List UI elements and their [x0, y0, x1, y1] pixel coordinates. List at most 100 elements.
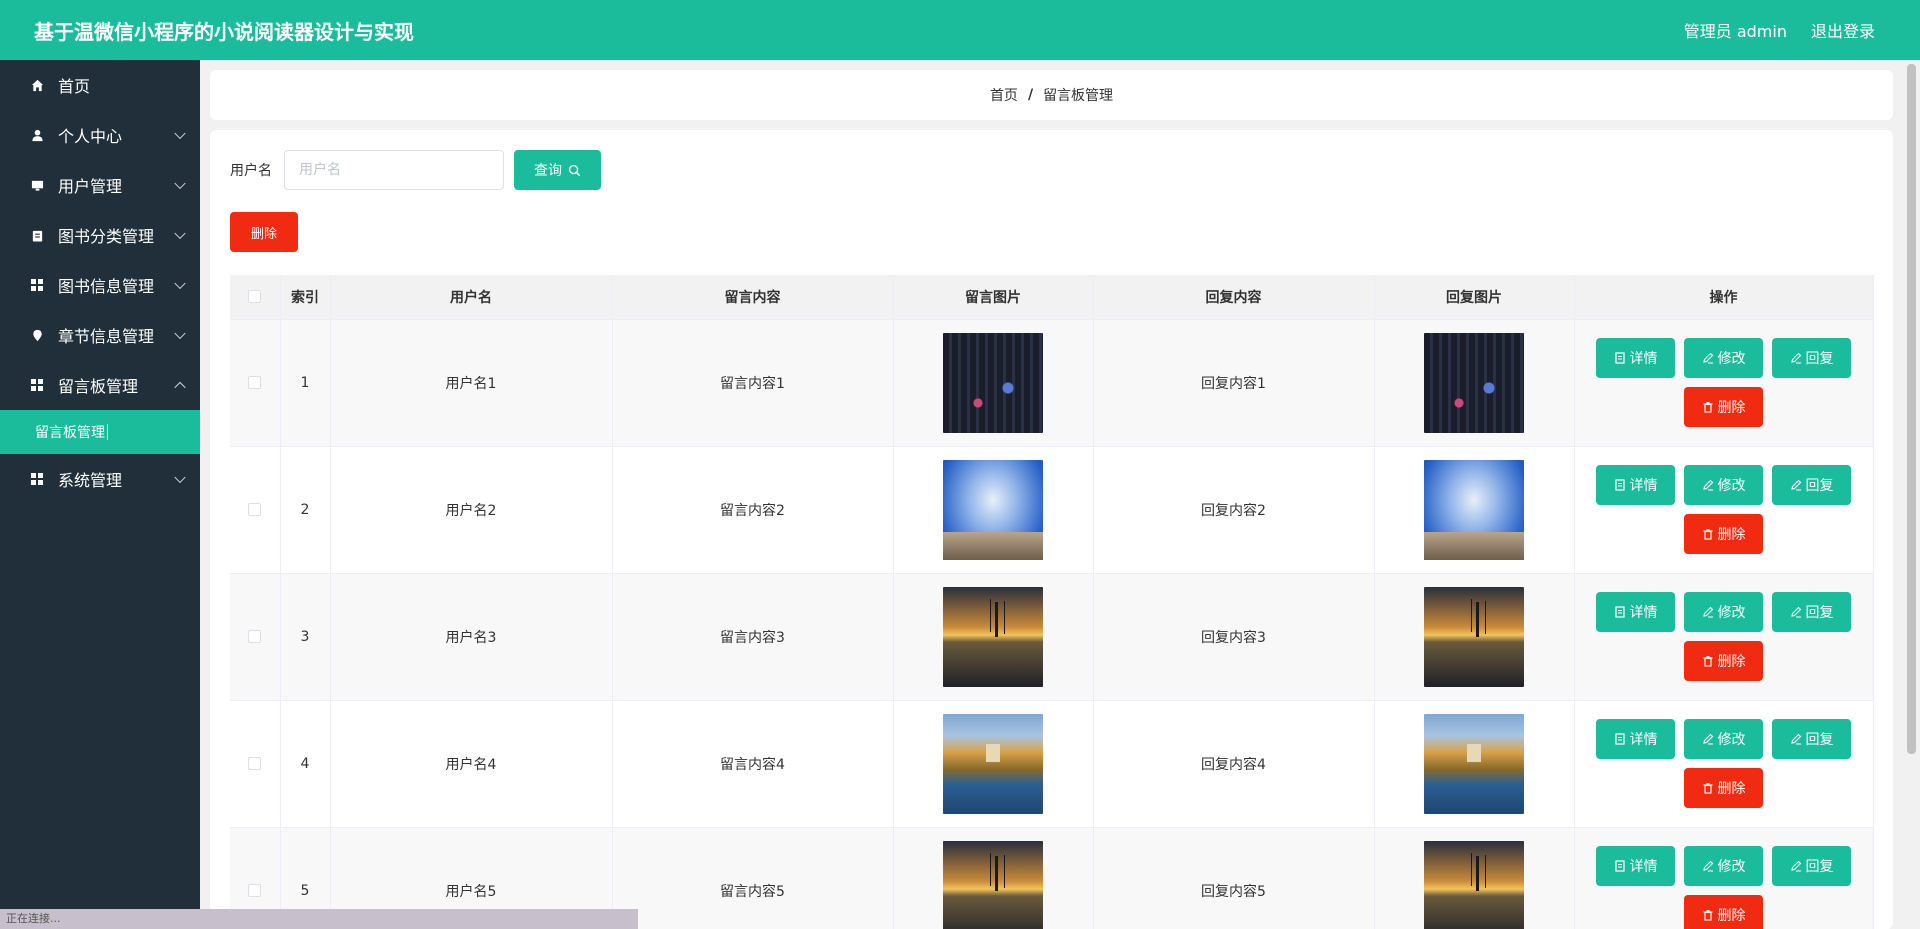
grid-icon — [30, 472, 44, 486]
sidebar-item-label: 系统管理 — [58, 471, 123, 490]
pencil-icon — [1702, 733, 1713, 745]
reply-button[interactable]: 回复 — [1772, 465, 1851, 505]
row-reply: 回复内容4 — [1093, 700, 1375, 828]
reply-button[interactable]: 回复 — [1772, 338, 1851, 378]
document-icon — [1614, 352, 1625, 364]
sidebar-item-message-board[interactable]: 留言板管理 — [0, 360, 200, 410]
message-image[interactable] — [943, 713, 1043, 814]
row-username: 用户名2 — [330, 446, 613, 574]
row-checkbox[interactable] — [248, 503, 262, 516]
delete-button[interactable]: 删除 — [1684, 641, 1763, 681]
document-icon — [1614, 733, 1625, 745]
row-content: 留言内容2 — [612, 446, 894, 574]
delete-button[interactable]: 删除 — [1684, 768, 1763, 808]
edit-button[interactable]: 修改 — [1684, 846, 1763, 886]
table-row: 4 用户名4 留言内容4 回复内容4 详情 修改 回复 删除 — [230, 700, 1874, 828]
row-checkbox[interactable] — [248, 630, 262, 643]
pencil-icon — [1790, 733, 1801, 745]
sidebar-item-book-category[interactable]: 图书分类管理 — [0, 210, 200, 260]
admin-user-label[interactable]: 管理员 admin — [1684, 18, 1787, 42]
message-image[interactable] — [943, 840, 1043, 929]
table-row: 1 用户名1 留言内容1 回复内容1 详情 修改 回复 删除 — [230, 319, 1874, 447]
edit-button[interactable]: 修改 — [1684, 592, 1763, 632]
row-content: 留言内容1 — [612, 319, 894, 447]
row-checkbox[interactable] — [248, 757, 262, 770]
search-row: 用户名 查询 — [230, 150, 601, 190]
reply-button[interactable]: 回复 — [1772, 592, 1851, 632]
top-bar: 基于温微信小程序的小说阅读器设计与实现 管理员 admin 退出登录 — [0, 0, 1920, 60]
sidebar-item-chapter-info[interactable]: 章节信息管理 — [0, 310, 200, 360]
query-button[interactable]: 查询 — [514, 150, 601, 190]
row-username: 用户名1 — [330, 319, 613, 447]
message-image[interactable] — [943, 332, 1043, 433]
detail-button[interactable]: 详情 — [1596, 846, 1675, 886]
column-header: 留言图片 — [893, 275, 1094, 320]
reply-image[interactable] — [1424, 586, 1524, 687]
chevron-down-icon — [174, 277, 186, 290]
sidebar-item-label: 章节信息管理 — [58, 327, 155, 346]
reply-image[interactable] — [1424, 840, 1524, 929]
sidebar-item-label: 首页 — [58, 77, 91, 96]
row-checkbox[interactable] — [248, 376, 262, 389]
chevron-down-icon — [174, 471, 186, 484]
detail-button[interactable]: 详情 — [1596, 338, 1675, 378]
row-reply: 回复内容3 — [1093, 573, 1375, 701]
delete-button[interactable]: 删除 — [1684, 514, 1763, 554]
page-scrollbar[interactable] — [1903, 60, 1920, 929]
username-search-input[interactable] — [284, 150, 504, 190]
chevron-up-icon — [174, 381, 186, 394]
edit-button[interactable]: 修改 — [1684, 338, 1763, 378]
breadcrumb-current: 留言板管理 — [1043, 88, 1114, 104]
sidebar-subitem-message-board[interactable]: 留言板管理 — [0, 410, 200, 454]
column-header: 用户名 — [330, 275, 613, 320]
select-all-checkbox[interactable] — [248, 290, 262, 304]
sidebar-item-home[interactable]: 首页 — [0, 60, 200, 110]
logout-link[interactable]: 退出登录 — [1811, 18, 1875, 42]
chevron-down-icon — [174, 127, 186, 140]
row-content: 留言内容3 — [612, 573, 894, 701]
row-content: 留言内容5 — [612, 827, 894, 929]
reply-button[interactable]: 回复 — [1772, 846, 1851, 886]
pencil-icon — [1790, 860, 1801, 872]
pencil-icon — [1702, 606, 1713, 618]
row-content: 留言内容4 — [612, 700, 894, 828]
sidebar-item-users[interactable]: 用户管理 — [0, 160, 200, 210]
content-panel: 用户名 查询 删除 索引 用户名 留言内容 留言图片 回复内容 回复图片 — [210, 130, 1893, 929]
sidebar-item-book-info[interactable]: 图书信息管理 — [0, 260, 200, 310]
sidebar-item-label: 图书分类管理 — [58, 227, 155, 246]
row-checkbox[interactable] — [248, 884, 262, 897]
pencil-icon — [1702, 352, 1713, 364]
reply-image[interactable] — [1424, 332, 1524, 433]
batch-delete-button[interactable]: 删除 — [230, 212, 299, 252]
pencil-icon — [1702, 479, 1713, 491]
delete-button[interactable]: 删除 — [1684, 387, 1763, 427]
pencil-icon — [1790, 606, 1801, 618]
message-image[interactable] — [943, 586, 1043, 687]
column-header: 回复内容 — [1093, 275, 1375, 320]
edit-button[interactable]: 修改 — [1684, 719, 1763, 759]
detail-button[interactable]: 详情 — [1596, 465, 1675, 505]
row-username: 用户名3 — [330, 573, 613, 701]
trash-icon — [1703, 783, 1712, 794]
trash-icon — [1703, 402, 1712, 413]
scrollbar-thumb[interactable] — [1907, 64, 1916, 754]
sidebar-item-system[interactable]: 系统管理 — [0, 454, 200, 504]
pencil-icon — [1790, 352, 1801, 364]
breadcrumb: 首页 / 留言板管理 — [210, 70, 1893, 120]
document-icon — [1614, 606, 1625, 618]
reply-image[interactable] — [1424, 459, 1524, 560]
breadcrumb-home[interactable]: 首页 — [990, 85, 1018, 105]
sidebar-item-profile[interactable]: 个人中心 — [0, 110, 200, 160]
edit-button[interactable]: 修改 — [1684, 465, 1763, 505]
detail-button[interactable]: 详情 — [1596, 719, 1675, 759]
trash-icon — [1703, 529, 1712, 540]
table-row: 2 用户名2 留言内容2 回复内容2 详情 修改 回复 删除 — [230, 446, 1874, 574]
table-header-row: 索引 用户名 留言内容 留言图片 回复内容 回复图片 操作 — [230, 275, 1874, 320]
row-index: 1 — [280, 319, 331, 447]
delete-button[interactable]: 删除 — [1684, 895, 1763, 929]
reply-button[interactable]: 回复 — [1772, 719, 1851, 759]
reply-image[interactable] — [1424, 713, 1524, 814]
detail-button[interactable]: 详情 — [1596, 592, 1675, 632]
monitor-icon — [30, 178, 44, 192]
message-image[interactable] — [943, 459, 1043, 560]
